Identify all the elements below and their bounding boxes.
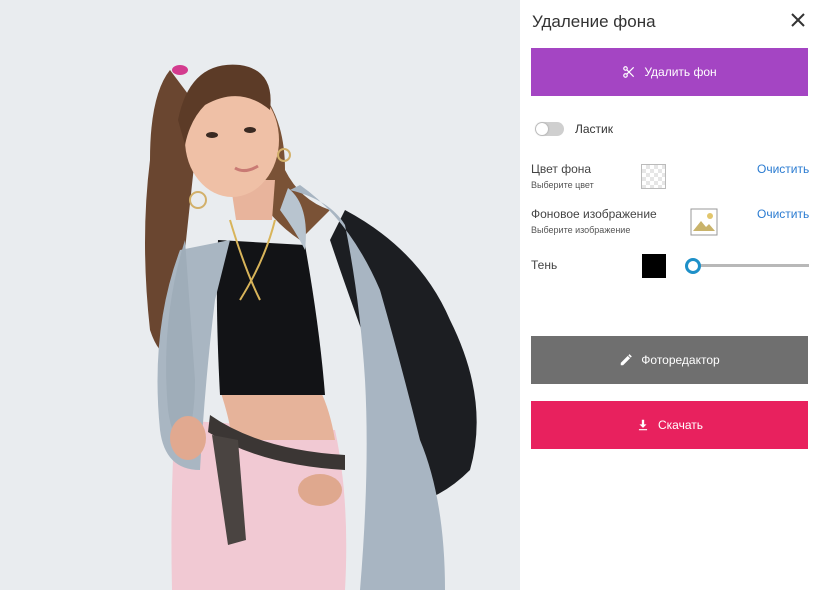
shadow-slider-thumb[interactable] bbox=[685, 258, 701, 274]
shadow-color-swatch[interactable] bbox=[642, 254, 666, 278]
eraser-toggle-knob bbox=[536, 123, 548, 135]
scissors-icon bbox=[623, 66, 635, 78]
shadow-slider-track[interactable] bbox=[692, 264, 809, 267]
bg-color-clear-link[interactable]: Очистить bbox=[757, 162, 809, 176]
bg-image-title: Фоновое изображение bbox=[531, 207, 657, 221]
photo-editor-label: Фоторедактор bbox=[641, 353, 720, 367]
remove-background-button[interactable]: Удалить фон bbox=[531, 48, 808, 96]
bg-image-subtitle: Выберите изображение bbox=[531, 225, 631, 235]
close-button[interactable] bbox=[788, 10, 808, 30]
eraser-toggle[interactable] bbox=[535, 122, 564, 136]
image-canvas bbox=[0, 0, 520, 590]
panel-title: Удаление фона bbox=[532, 12, 656, 31]
image-icon bbox=[690, 208, 718, 236]
download-label: Скачать bbox=[658, 418, 703, 432]
remove-background-label: Удалить фон bbox=[644, 65, 717, 79]
bg-color-title: Цвет фона bbox=[531, 162, 592, 176]
pencil-icon bbox=[621, 354, 633, 366]
bg-color-subtitle: Выберите цвет bbox=[531, 180, 594, 190]
download-icon bbox=[638, 419, 648, 431]
photo-editor-button[interactable]: Фоторедактор bbox=[531, 336, 808, 384]
bg-image-clear-link[interactable]: Очистить bbox=[757, 207, 809, 221]
download-button[interactable]: Скачать bbox=[531, 401, 808, 449]
bg-removal-panel: Удаление фона Удалить фон Ластик Цвет фо… bbox=[520, 0, 820, 590]
bg-image-picker[interactable] bbox=[690, 208, 718, 236]
eraser-label: Ластик bbox=[575, 122, 613, 136]
close-icon bbox=[791, 13, 805, 27]
subject-photo bbox=[145, 64, 477, 590]
shadow-title: Тень bbox=[531, 258, 558, 272]
bg-color-swatch[interactable] bbox=[641, 164, 666, 189]
